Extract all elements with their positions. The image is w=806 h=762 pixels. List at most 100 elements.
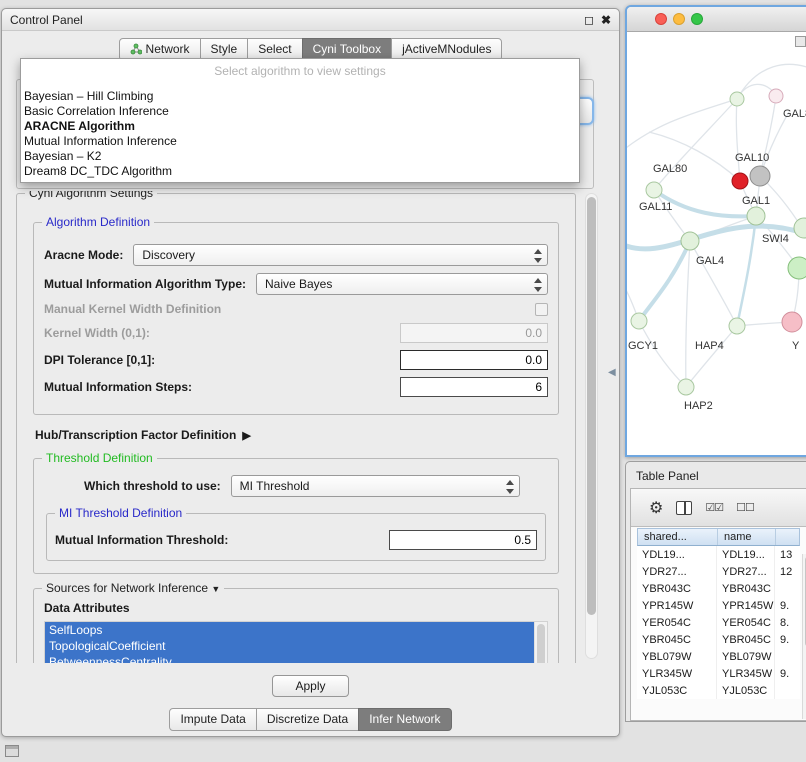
aracne-mode-label: Aracne Mode: xyxy=(44,248,123,262)
algorithm-option[interactable]: Dream8 DC_TDC Algorithm xyxy=(21,164,579,179)
close-traffic-icon[interactable] xyxy=(655,13,667,25)
network-node[interactable] xyxy=(782,312,802,332)
table-cell[interactable]: YDL19... xyxy=(717,546,775,563)
algorithm-option[interactable]: Basic Correlation Inference xyxy=(21,104,579,119)
which-threshold-combo[interactable]: MI Threshold xyxy=(231,475,520,497)
network-node[interactable] xyxy=(729,318,745,334)
table-cell[interactable]: YDL19... xyxy=(637,546,717,563)
column-header[interactable]: name xyxy=(718,529,776,545)
algorithm-option[interactable]: Bayesian – K2 xyxy=(21,149,579,164)
gear-icon[interactable]: ⚙ xyxy=(649,498,663,518)
table-cell[interactable]: YLR345W xyxy=(637,665,717,682)
table-row[interactable]: YLR345WYLR345W9. xyxy=(637,665,800,682)
canvas-corner-button[interactable] xyxy=(795,36,806,47)
table-cell[interactable] xyxy=(775,682,800,699)
table-cell[interactable]: YBR045C xyxy=(717,631,775,648)
network-node[interactable] xyxy=(678,379,694,395)
column-selector-icon[interactable] xyxy=(676,501,692,515)
column-header[interactable] xyxy=(776,529,799,545)
attribute-item-selected[interactable]: BetweennessCentrality xyxy=(45,654,534,663)
mi-steps-input[interactable] xyxy=(400,377,548,397)
manual-kernel-checkbox[interactable] xyxy=(535,303,548,316)
network-node[interactable] xyxy=(732,173,748,189)
settings-scrollbar[interactable] xyxy=(585,193,598,659)
table-row[interactable]: YBL079WYBL079W xyxy=(637,648,800,665)
zoom-traffic-icon[interactable] xyxy=(691,13,703,25)
apply-button[interactable]: Apply xyxy=(272,675,348,697)
network-node[interactable] xyxy=(646,182,662,198)
algorithm-option-selected[interactable]: ARACNE Algorithm xyxy=(21,119,579,134)
table-cell[interactable] xyxy=(775,648,800,665)
network-node[interactable] xyxy=(769,89,783,103)
table-cell[interactable] xyxy=(775,580,800,597)
table-row[interactable]: YDL19...YDL19...13 xyxy=(637,546,800,563)
mi-threshold-input[interactable] xyxy=(389,530,537,550)
network-canvas[interactable]: GAL8 GAL80 GAL10 GAL11 GAL1 SWI4 GAL4 GC… xyxy=(627,32,806,455)
table-cell[interactable]: YPR145W xyxy=(637,597,717,614)
hub-expand-arrow-icon[interactable]: ▶ xyxy=(242,429,250,442)
table-cell[interactable]: YJL053C xyxy=(717,682,775,699)
table-cell[interactable]: 9. xyxy=(775,631,800,648)
table-row[interactable]: YJL053CYJL053C xyxy=(637,682,800,699)
attributes-list-scrollbar[interactable] xyxy=(534,622,547,663)
table-cell[interactable]: YBL079W xyxy=(717,648,775,665)
dpi-tolerance-input[interactable] xyxy=(400,350,548,370)
close-window-icon[interactable]: ✖ xyxy=(601,12,611,28)
table-cell[interactable]: YBR043C xyxy=(637,580,717,597)
network-node[interactable] xyxy=(750,166,770,186)
minimize-traffic-icon[interactable] xyxy=(673,13,685,25)
select-columns-checked-icon[interactable]: ☑☑ xyxy=(705,501,723,514)
table-cell[interactable]: 9. xyxy=(775,665,800,682)
sources-collapse-arrow-icon[interactable]: ▼ xyxy=(211,584,220,594)
table-cell[interactable]: YPR145W xyxy=(717,597,775,614)
scrollbar-thumb[interactable] xyxy=(587,197,596,615)
attribute-item-selected[interactable]: SelfLoops xyxy=(45,622,534,638)
table-row[interactable]: YPR145WYPR145W9. xyxy=(637,597,800,614)
table-cell[interactable]: YJL053C xyxy=(637,682,717,699)
mi-algorithm-type-combo[interactable]: Naive Bayes xyxy=(256,273,548,295)
hub-transcription-factor-section[interactable]: Hub/Transcription Factor Definition ▶ xyxy=(35,428,557,442)
network-node[interactable] xyxy=(788,257,806,279)
float-window-icon[interactable]: ◻ xyxy=(584,12,594,28)
table-row[interactable]: YDR27...YDR27...12 xyxy=(637,563,800,580)
kernel-width-input[interactable] xyxy=(400,323,548,343)
control-panel-titlebar[interactable]: Control Panel ◻ ✖ xyxy=(2,9,619,31)
select-columns-unchecked-icon[interactable]: ☐☐ xyxy=(736,501,754,514)
network-node[interactable] xyxy=(747,207,765,225)
table-cell[interactable]: YDR27... xyxy=(717,563,775,580)
table-row[interactable]: YBR043CYBR043C xyxy=(637,580,800,597)
table-cell[interactable]: YDR27... xyxy=(637,563,717,580)
network-node[interactable] xyxy=(730,92,744,106)
network-node[interactable] xyxy=(631,313,647,329)
network-edge xyxy=(686,326,737,387)
tab-discretize-data[interactable]: Discretize Data xyxy=(256,708,359,731)
table-scrollbar[interactable] xyxy=(802,554,806,719)
splitter-collapse-arrow-icon[interactable]: ◀ xyxy=(608,367,616,378)
table-cell[interactable]: 12 xyxy=(775,563,800,580)
control-panel-window: Control Panel ◻ ✖ Network Style xyxy=(1,8,620,737)
table-cell[interactable]: YER054C xyxy=(637,614,717,631)
table-cell[interactable]: 8. xyxy=(775,614,800,631)
table-row[interactable]: YER054CYER054C8. xyxy=(637,614,800,631)
algorithm-option[interactable]: Bayesian – Hill Climbing xyxy=(21,89,579,104)
table-cell[interactable]: YBR045C xyxy=(637,631,717,648)
network-node[interactable] xyxy=(681,232,699,250)
threshold-definition-group: Threshold Definition Which threshold to … xyxy=(33,458,559,574)
tab-infer-network[interactable]: Infer Network xyxy=(358,708,451,731)
algorithm-option[interactable]: Mutual Information Inference xyxy=(21,134,579,149)
attribute-item-selected[interactable]: TopologicalCoefficient xyxy=(45,638,534,654)
network-node[interactable] xyxy=(794,218,806,238)
table-cell[interactable]: YBL079W xyxy=(637,648,717,665)
tab-impute-data[interactable]: Impute Data xyxy=(169,708,256,731)
table-cell[interactable]: 13 xyxy=(775,546,800,563)
table-cell[interactable]: YBR043C xyxy=(717,580,775,597)
table-cell[interactable]: YLR345W xyxy=(717,665,775,682)
column-header[interactable]: shared... xyxy=(638,529,718,545)
mini-window-icon[interactable] xyxy=(5,745,19,757)
table-cell[interactable]: YER054C xyxy=(717,614,775,631)
data-attributes-list[interactable]: SelfLoops TopologicalCoefficient Between… xyxy=(44,621,548,663)
table-row[interactable]: YBR045CYBR045C9. xyxy=(637,631,800,648)
table-cell[interactable]: 9. xyxy=(775,597,800,614)
network-window-titlebar[interactable] xyxy=(627,7,806,32)
aracne-mode-combo[interactable]: Discovery xyxy=(133,244,548,266)
